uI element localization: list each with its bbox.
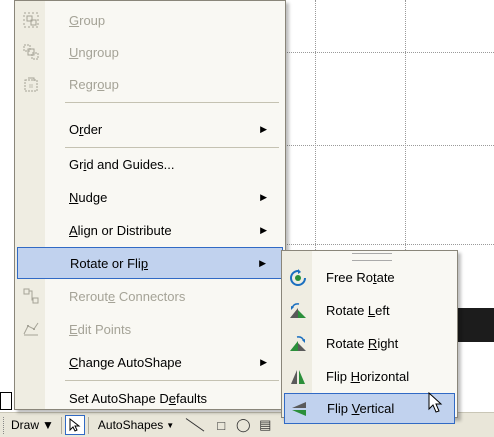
rotate-left-icon [284, 302, 312, 320]
menu-item-rotate-or-flip[interactable]: Rotate or Flip ▶ [17, 247, 283, 279]
menu-item-label: Ungroup [69, 44, 119, 60]
menu-item-label: Rotate or Flip [70, 255, 149, 271]
menu-item-free-rotate[interactable]: Free Rotate [284, 262, 455, 293]
reroute-connectors-icon [17, 287, 45, 305]
toolbar-separator [87, 416, 89, 434]
side-marker [0, 392, 12, 410]
menu-item-grid-and-guides[interactable]: Grid and Guides... [17, 148, 283, 180]
submenu-arrow-icon: ▶ [259, 257, 266, 268]
grid-line-vertical [405, 0, 406, 250]
menu-item-label: Flip Vertical [327, 401, 395, 416]
chevron-down-icon: ▼ [166, 420, 175, 430]
menu-item-regroup[interactable]: Regroup [17, 68, 283, 100]
menu-item-reroute-connectors[interactable]: Reroute Connectors [17, 280, 283, 312]
menu-item-label: Grid and Guides... [69, 156, 175, 172]
menu-item-label: Set AutoShape Defaults [69, 390, 208, 406]
grid-line-horizontal [280, 145, 494, 146]
submenu-drag-handle[interactable] [352, 253, 392, 261]
menu-item-flip-horizontal[interactable]: Flip Horizontal [284, 361, 455, 392]
regroup-icon [17, 75, 45, 93]
submenu-arrow-icon: ▶ [260, 356, 267, 367]
menu-item-label: Edit Points [69, 321, 132, 337]
oval-icon: ◯ [235, 417, 251, 432]
menu-item-label: Order [69, 121, 103, 137]
menu-separator [65, 102, 279, 103]
menu-item-nudge[interactable]: Nudge ▶ [17, 181, 283, 213]
menu-item-label: Rotate Right [326, 336, 399, 351]
submenu-arrow-icon: ▶ [260, 191, 267, 202]
toolbar-separator [60, 416, 62, 434]
free-rotate-icon [284, 268, 312, 287]
menu-item-label: Regroup [69, 76, 119, 92]
menu-item-label: Group [69, 12, 106, 28]
draw-label: Draw [11, 418, 40, 432]
menu-item-label: Rotate Left [326, 303, 390, 318]
rectangle-icon: □ [217, 417, 226, 433]
menu-item-set-autoshape-defaults[interactable]: Set AutoShape Defaults [17, 382, 283, 414]
autoshapes-label: AutoShapes [97, 418, 164, 432]
submenu-arrow-icon: ▶ [260, 123, 267, 134]
edit-points-icon [17, 320, 45, 338]
textbox-icon: ▤ [259, 417, 272, 432]
menu-item-label: Reroute Connectors [69, 288, 186, 304]
ungroup-icon [17, 43, 45, 61]
cursor-arrow-icon [69, 418, 81, 432]
group-icon [17, 11, 45, 29]
menu-item-change-autoshape[interactable]: Change AutoShape ▶ [17, 346, 283, 378]
menu-item-label: Align or Distribute [69, 222, 172, 238]
grid-line-vertical [315, 0, 316, 250]
menu-item-align-or-distribute[interactable]: Align or Distribute ▶ [17, 214, 283, 246]
rotate-right-icon [284, 335, 312, 353]
menu-item-rotate-left[interactable]: Rotate Left [284, 295, 455, 326]
draw-menu: Group Ungroup Regroup Order ▶ Grid and G… [14, 0, 286, 410]
menu-item-ungroup[interactable]: Ungroup [17, 36, 283, 68]
menu-item-label: Free Rotate [326, 270, 395, 285]
chevron-down-icon: ▼ [42, 418, 54, 432]
menu-item-order[interactable]: Order ▶ [17, 113, 283, 145]
flip-horizontal-icon [284, 368, 312, 386]
menu-item-label: Change AutoShape [69, 354, 182, 370]
oval-tool-button[interactable]: ◯ [232, 415, 254, 436]
draw-menu-button[interactable]: Draw ▼ [7, 415, 58, 436]
grid-line-horizontal [280, 52, 494, 53]
mouse-pointer-icon [428, 392, 443, 413]
menu-separator [65, 380, 279, 381]
flip-vertical-icon [285, 400, 313, 418]
line-tool-button[interactable] [180, 415, 210, 436]
menu-item-label: Nudge [69, 189, 108, 205]
select-objects-button[interactable] [64, 415, 85, 435]
textbox-tool-button[interactable]: ▤ [254, 415, 276, 436]
grid-line-horizontal [280, 244, 494, 245]
rectangle-tool-button[interactable]: □ [210, 415, 232, 436]
submenu-arrow-icon: ▶ [260, 224, 267, 235]
menu-item-edit-points[interactable]: Edit Points [17, 313, 283, 345]
menu-item-label: Flip Horizontal [326, 369, 410, 384]
menu-item-rotate-right[interactable]: Rotate Right [284, 328, 455, 359]
menu-item-group[interactable]: Group [17, 4, 283, 36]
autoshapes-menu-button[interactable]: AutoShapes ▼ [92, 415, 180, 436]
